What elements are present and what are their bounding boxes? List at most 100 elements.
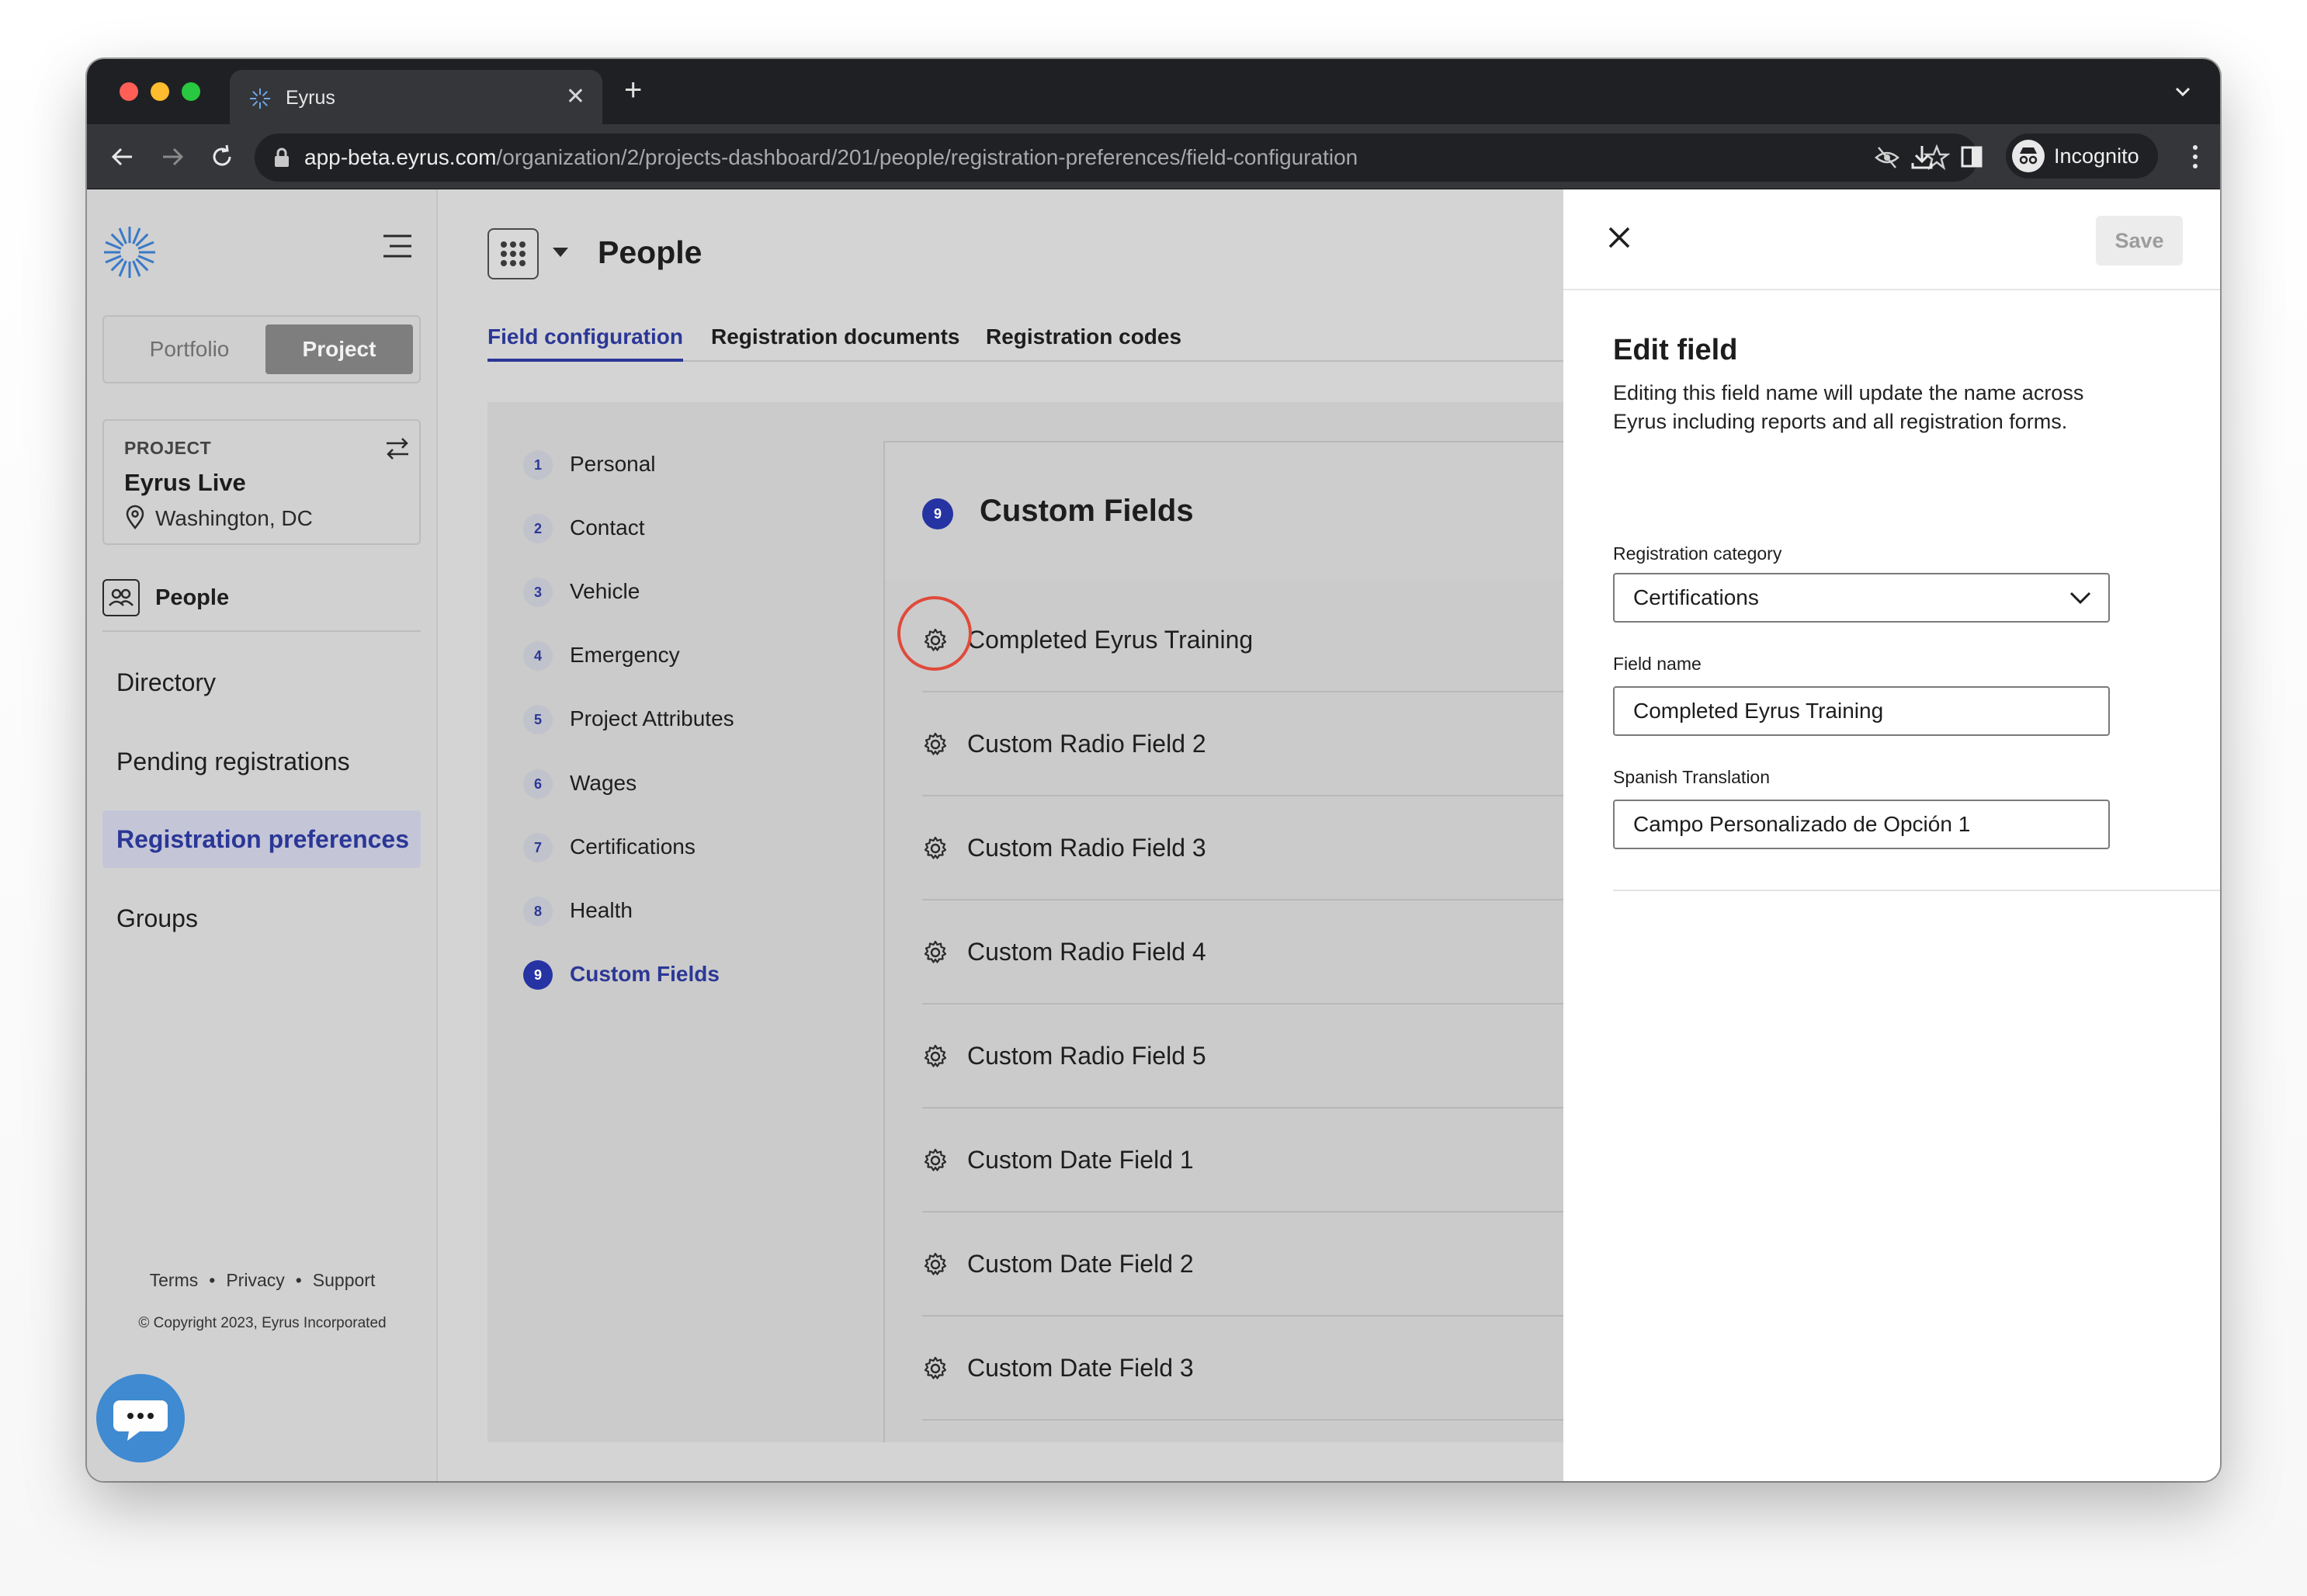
forward-icon[interactable] xyxy=(157,141,188,172)
lock-icon[interactable] xyxy=(273,147,290,168)
project-toggle-button[interactable]: Project xyxy=(265,324,413,374)
caret-down-icon[interactable] xyxy=(551,245,570,259)
step-number: 5 xyxy=(523,705,553,734)
field-row: Custom Radio Field 4 xyxy=(922,900,1565,1004)
app-switcher-button[interactable] xyxy=(487,228,539,279)
chat-launcher-button[interactable] xyxy=(96,1374,185,1462)
sidepanel-icon[interactable] xyxy=(1956,141,1987,172)
incognito-label: Incognito xyxy=(2054,144,2139,168)
step-number: 8 xyxy=(523,897,553,926)
save-button[interactable]: Save xyxy=(2096,216,2183,265)
eyrus-favicon-icon xyxy=(250,88,270,109)
tab-field-configuration[interactable]: Field configuration xyxy=(487,324,683,362)
drawer-title: Edit field xyxy=(1613,334,1738,366)
close-window-button[interactable] xyxy=(120,82,138,101)
minimize-window-button[interactable] xyxy=(151,82,169,101)
field-name-input[interactable] xyxy=(1613,686,2110,736)
support-link[interactable]: Support xyxy=(313,1270,376,1290)
registration-category-value: Certifications xyxy=(1633,585,1759,609)
download-icon[interactable] xyxy=(1906,141,1938,172)
section-title: Custom Fields xyxy=(980,494,1194,528)
tab-close-icon[interactable]: ✕ xyxy=(566,84,585,110)
address-bar[interactable]: app-beta.eyrus.com/organization/2/projec… xyxy=(255,134,1978,182)
sidebar-item-groups[interactable]: Groups xyxy=(102,890,421,947)
project-card: PROJECT Eyrus Live Washington, DC xyxy=(102,419,421,545)
drawer-header: Save xyxy=(1563,189,2220,290)
project-location: Washington, DC xyxy=(155,506,313,530)
url-text[interactable]: app-beta.eyrus.com/organization/2/projec… xyxy=(304,145,1358,170)
gear-icon[interactable] xyxy=(922,1251,949,1278)
gear-icon[interactable] xyxy=(922,835,949,862)
close-icon[interactable] xyxy=(1602,220,1636,255)
zoom-window-button[interactable] xyxy=(182,82,200,101)
copyright-text: © Copyright 2023, Eyrus Incorporated xyxy=(138,1315,387,1331)
menu-icon[interactable] xyxy=(382,233,413,259)
eyrus-logo-icon[interactable] xyxy=(102,225,157,279)
footer-links: Terms • Privacy • Support xyxy=(87,1270,438,1291)
step-label: Personal xyxy=(570,452,656,476)
sidebar-item-directory[interactable]: Directory xyxy=(102,654,421,711)
gear-icon[interactable] xyxy=(922,1147,949,1174)
field-row: Custom Radio Field 2 xyxy=(922,692,1565,796)
more-icon[interactable] xyxy=(2191,141,2200,172)
reload-icon[interactable] xyxy=(206,141,238,172)
gear-icon[interactable] xyxy=(922,731,949,758)
gear-icon[interactable] xyxy=(922,939,949,966)
browser-toolbar: app-beta.eyrus.com/organization/2/projec… xyxy=(87,124,2220,189)
step-number: 3 xyxy=(523,578,553,607)
step-number: 1 xyxy=(523,450,553,480)
tab-registration-documents[interactable]: Registration documents xyxy=(711,324,959,359)
spanish-translation-input[interactable] xyxy=(1613,800,2110,849)
step-label: Contact xyxy=(570,515,645,540)
location-pin-icon xyxy=(126,505,144,529)
drawer-divider xyxy=(1613,890,2220,891)
drawer-description: Editing this field name will update the … xyxy=(1613,381,2084,433)
field-config-card: 1 Personal 2 Contact 3 Vehicle 4 Emergency 5… xyxy=(487,402,1565,1442)
tab-search-chevron-icon[interactable] xyxy=(2169,78,2197,106)
new-tab-icon[interactable]: + xyxy=(624,73,642,107)
main-content: People Field configuration Registration … xyxy=(438,189,1565,1481)
step-label: Vehicle xyxy=(570,579,640,603)
footer-separator: • xyxy=(209,1270,216,1290)
step-number: 6 xyxy=(523,769,553,799)
tab-title: Eyrus xyxy=(286,87,335,109)
step-number: 4 xyxy=(523,641,553,671)
step-label: Wages xyxy=(570,771,637,795)
step-label: Health xyxy=(570,898,633,922)
incognito-profile-button[interactable]: Incognito xyxy=(2006,134,2158,179)
screenshot-stage: Eyrus ✕ + app-beta.eyrus.com/organizatio… xyxy=(0,0,2307,1596)
project-name: Eyrus Live xyxy=(124,469,246,496)
browser-tab[interactable]: Eyrus ✕ xyxy=(230,70,602,124)
field-label: Custom Date Field 1 xyxy=(967,1146,1194,1174)
url-host: app-beta.eyrus.com xyxy=(304,145,497,169)
privacy-link[interactable]: Privacy xyxy=(226,1270,284,1290)
field-label: Custom Radio Field 2 xyxy=(967,730,1206,758)
page-title: People xyxy=(598,234,703,270)
gear-icon[interactable] xyxy=(922,1355,949,1382)
back-icon[interactable] xyxy=(107,141,138,172)
field-label: Completed Eyrus Training xyxy=(967,626,1254,654)
field-row: Custom Radio Field 5 xyxy=(922,1004,1565,1109)
project-kicker: PROJECT xyxy=(124,438,212,458)
eye-off-icon[interactable] xyxy=(1874,144,1900,171)
registration-category-select[interactable]: Certifications xyxy=(1613,573,2110,623)
field-name-label: Field name xyxy=(1613,654,1702,674)
field-row: Custom Date Field 1 xyxy=(922,1109,1565,1213)
browser-tabstrip: Eyrus ✕ + xyxy=(87,59,2220,124)
incognito-icon xyxy=(2012,140,2045,172)
tab-registration-codes[interactable]: Registration codes xyxy=(986,324,1181,359)
gear-icon[interactable] xyxy=(922,1043,949,1070)
step-label: Project Attributes xyxy=(570,706,734,730)
browser-window: Eyrus ✕ + app-beta.eyrus.com/organizatio… xyxy=(87,59,2220,1481)
field-row: Custom Radio Field 3 xyxy=(922,796,1565,900)
people-section-label: People xyxy=(155,585,230,610)
chevron-down-icon xyxy=(2069,592,2091,605)
field-row: Completed Eyrus Training xyxy=(897,588,1565,692)
portfolio-toggle-button[interactable]: Portfolio xyxy=(112,324,267,374)
switch-project-icon[interactable] xyxy=(382,433,413,464)
sidebar-item-pending-registrations[interactable]: Pending registrations xyxy=(102,733,421,790)
sidebar-item-registration-preferences[interactable]: Registration preferences xyxy=(102,810,421,868)
field-label: Custom Radio Field 5 xyxy=(967,1042,1206,1070)
terms-link[interactable]: Terms xyxy=(150,1270,199,1290)
portfolio-project-toggle: Portfolio Project xyxy=(102,315,421,383)
